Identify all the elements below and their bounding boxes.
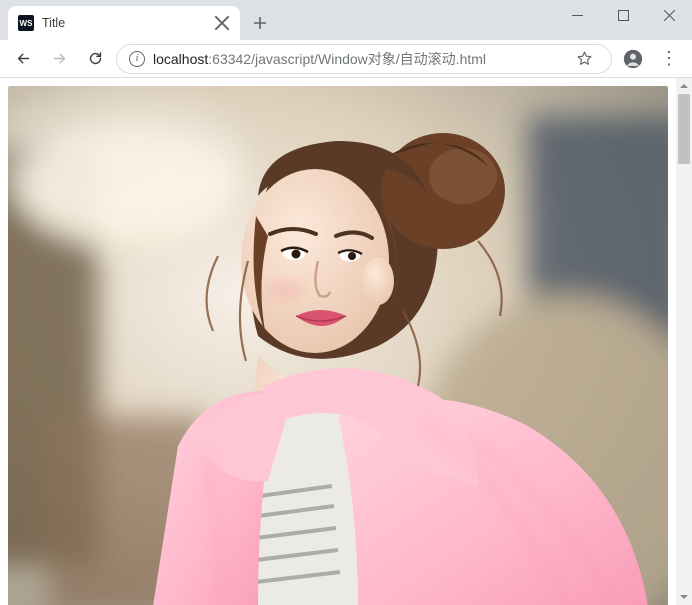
address-bar[interactable]: i localhost:63342/javascript/Window对象/自动…	[116, 44, 612, 74]
toolbar: i localhost:63342/javascript/Window对象/自动…	[0, 40, 692, 78]
favicon: WS	[18, 15, 34, 31]
tab-title: Title	[42, 16, 206, 30]
site-info-icon[interactable]: i	[129, 51, 145, 67]
user-avatar-icon[interactable]	[618, 44, 648, 74]
title-bar: WS Title	[0, 0, 692, 40]
scroll-up-arrow-icon[interactable]	[676, 78, 692, 94]
url-text: localhost:63342/javascript/Window对象/自动滚动…	[153, 49, 561, 69]
url-port: :63342	[208, 51, 251, 67]
url-host: localhost	[153, 51, 208, 67]
kebab-menu-icon[interactable]: ⋮	[654, 44, 684, 74]
close-tab-icon[interactable]	[214, 15, 230, 31]
back-button[interactable]	[8, 44, 38, 74]
maximize-button[interactable]	[600, 0, 646, 30]
reload-button[interactable]	[80, 44, 110, 74]
browser-tab[interactable]: WS Title	[8, 6, 240, 40]
forward-button[interactable]	[44, 44, 74, 74]
vertical-scrollbar[interactable]	[676, 78, 692, 605]
url-path: /javascript/Window对象/自动滚动.html	[251, 49, 486, 69]
scrollbar-thumb[interactable]	[678, 94, 690, 164]
scrollbar-track[interactable]	[676, 94, 692, 589]
page-image	[8, 86, 668, 605]
window-controls	[554, 0, 692, 30]
minimize-button[interactable]	[554, 0, 600, 30]
new-tab-button[interactable]	[246, 9, 274, 37]
page-viewport	[0, 78, 676, 605]
scroll-down-arrow-icon[interactable]	[676, 589, 692, 605]
close-window-button[interactable]	[646, 0, 692, 30]
bookmark-star-icon[interactable]	[569, 44, 599, 74]
